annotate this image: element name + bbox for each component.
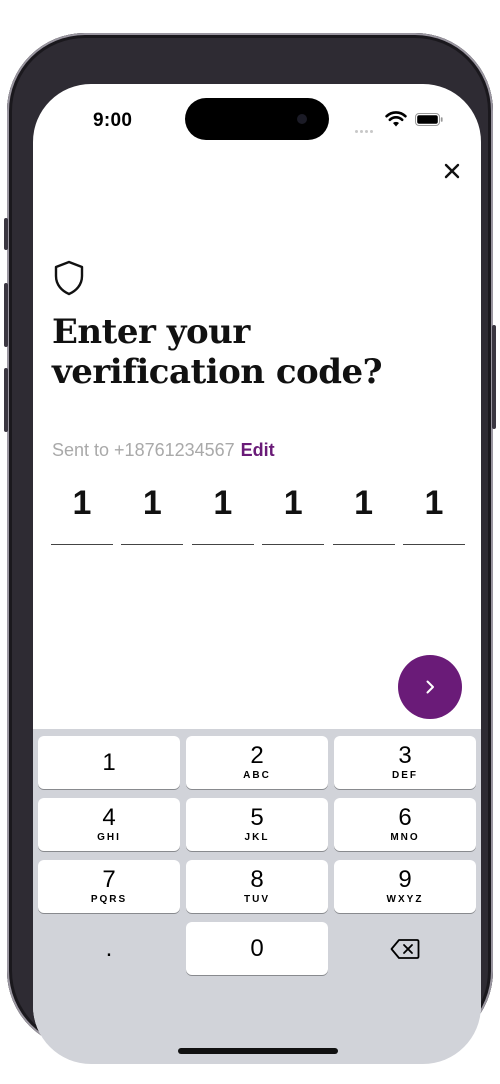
key-letters: MNO <box>390 832 420 843</box>
page-title: Enter your verification code? <box>52 312 383 392</box>
key-letters: DEF <box>392 770 418 781</box>
chevron-right-icon <box>426 680 434 694</box>
key-number: 1 <box>102 748 116 776</box>
phone-frame: 9:00 Enter your verification code? Sent … <box>4 33 496 1064</box>
key-0[interactable]: 0 <box>186 922 328 975</box>
status-time: 9:00 <box>93 110 133 131</box>
close-button[interactable] <box>435 154 469 188</box>
key-7[interactable]: 7 PQRS <box>38 860 180 913</box>
screen: 9:00 Enter your verification code? Sent … <box>33 84 481 1064</box>
key-number: 5 <box>250 804 264 831</box>
home-indicator[interactable] <box>178 1048 338 1054</box>
code-digit-field[interactable]: 1 <box>191 482 254 545</box>
edit-link[interactable]: Edit <box>241 440 275 460</box>
volume-up-button <box>4 283 8 347</box>
battery-icon <box>415 113 443 126</box>
next-button[interactable] <box>398 655 462 719</box>
key-number: 3 <box>398 742 412 769</box>
key-number: 7 <box>102 866 116 893</box>
key-9[interactable]: 9 WXYZ <box>334 860 476 913</box>
key-1[interactable]: 1 <box>38 736 180 789</box>
code-digit-field[interactable]: 1 <box>332 482 395 545</box>
key-number: 6 <box>398 804 412 831</box>
code-digit: 1 <box>424 484 444 522</box>
code-digit-field[interactable]: 1 <box>121 482 184 545</box>
numeric-keypad: 1 2 ABC 3 DEF 4 GHI 5 JKL 6 MNO 7 PQRS 8 TUV 9W… <box>33 729 481 1064</box>
key-letters: JKL <box>244 832 270 843</box>
sent-to-label: Sent to +18761234567 <box>52 440 235 460</box>
code-digit: 1 <box>283 484 303 522</box>
key-number: 0 <box>250 934 264 962</box>
code-digit-field[interactable]: 1 <box>262 482 325 545</box>
code-digit: 1 <box>72 484 92 522</box>
key-number: 2 <box>250 742 264 769</box>
key-number: 8 <box>250 866 264 893</box>
key-8[interactable]: 8 TUV <box>186 860 328 913</box>
action-button <box>4 218 8 250</box>
camera-icon <box>297 114 307 124</box>
close-icon <box>444 163 460 179</box>
key-number: . <box>105 934 113 962</box>
code-digit-field[interactable]: 1 <box>51 482 113 545</box>
dynamic-island <box>185 98 329 140</box>
key-2[interactable]: 2 ABC <box>186 736 328 789</box>
key-letters: PQRS <box>90 894 128 905</box>
key-number: 9 <box>398 866 412 893</box>
volume-down-button <box>4 368 8 432</box>
key-3[interactable]: 3 DEF <box>334 736 476 789</box>
key-letters: ABC <box>243 770 271 781</box>
key-letters: GHI <box>97 832 121 843</box>
code-digit: 1 <box>354 484 374 522</box>
key-6[interactable]: 6 MNO <box>334 798 476 851</box>
code-digit: 1 <box>213 484 233 522</box>
code-digit-field[interactable]: 1 <box>402 482 465 545</box>
sent-to-text: Sent to +18761234567 Edit <box>52 440 275 461</box>
shield-icon <box>54 260 84 296</box>
wifi-icon <box>385 111 407 127</box>
power-button <box>492 325 496 429</box>
cellular-signal-icon <box>355 120 379 133</box>
verification-code-input[interactable]: 1 1 1 1 1 1 <box>51 482 465 545</box>
delete-key[interactable] <box>334 922 476 975</box>
key-decimal[interactable]: . <box>38 922 180 975</box>
key-number: 4 <box>102 804 116 831</box>
key-4[interactable]: 4 GHI <box>38 798 180 851</box>
key-letters: TUV <box>244 894 270 905</box>
code-digit: 1 <box>142 484 162 522</box>
backspace-icon <box>390 938 420 959</box>
key-letters: WXYZ <box>386 894 424 905</box>
key-5[interactable]: 5 JKL <box>186 798 328 851</box>
